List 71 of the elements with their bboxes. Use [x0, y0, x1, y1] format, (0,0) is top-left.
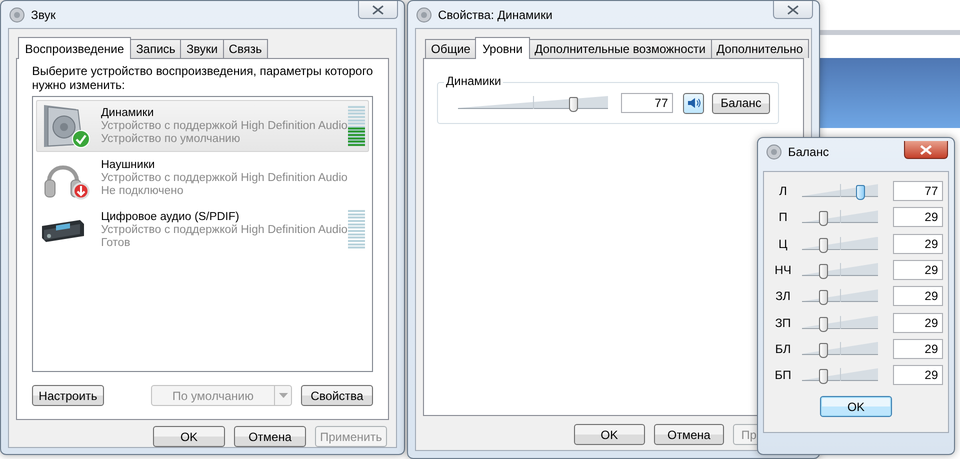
close-icon — [372, 4, 384, 14]
channel-label: ЗЛ — [774, 289, 792, 304]
group-label: Динамики — [444, 74, 504, 88]
channel-label: БП — [774, 368, 792, 382]
channel-label: Л — [778, 184, 788, 198]
slider-track[interactable] — [802, 260, 878, 280]
device-name: Наушники — [101, 158, 156, 172]
slider-thumb[interactable] — [819, 290, 828, 306]
tab[interactable]: Дополнительные возможности — [528, 39, 712, 58]
close-button[interactable] — [358, 1, 398, 19]
level-field[interactable]: 77 — [893, 181, 943, 202]
button[interactable]: Настроить — [32, 385, 104, 406]
button[interactable]: OK — [574, 424, 645, 445]
close-button[interactable] — [773, 1, 813, 19]
slider-thumb[interactable] — [856, 185, 865, 200]
device-status: Готов — [101, 236, 132, 250]
device-status: Устройство по умолчанию — [101, 132, 242, 146]
window-title: Свойства: Динамики — [438, 8, 554, 22]
caret-icon — [278, 393, 288, 398]
tab[interactable]: Общие — [425, 39, 476, 58]
tab[interactable]: Связь — [222, 39, 268, 58]
slider-thumb[interactable] — [819, 264, 828, 280]
slider-thumb[interactable] — [819, 316, 828, 332]
slider-thumb[interactable] — [819, 238, 828, 253]
slider-thumb[interactable] — [819, 211, 828, 226]
level-field[interactable]: 29 — [893, 365, 943, 386]
button[interactable]: Свойства — [301, 385, 373, 406]
close-icon — [787, 4, 799, 14]
tab[interactable]: Воспроизведение — [18, 37, 132, 59]
slider-thumb[interactable] — [568, 97, 578, 112]
slider-thumb[interactable] — [819, 342, 828, 358]
level-field[interactable]: 29 — [893, 338, 943, 359]
button[interactable]: Баланс — [712, 92, 770, 114]
slider-track[interactable] — [802, 181, 878, 202]
button[interactable]: OK — [153, 426, 225, 447]
device-status: Не подключено — [101, 184, 184, 198]
close-icon — [920, 144, 932, 154]
volume-field[interactable]: 77 — [621, 93, 673, 113]
device-item[interactable]: Динамики Устройство с поддержкой High Definition Audio Устройство по умолчанию — [36, 100, 369, 152]
window-title: Звук — [31, 8, 57, 22]
close-button[interactable] — [904, 141, 948, 159]
device-description: Устройство с поддержкой High Definition Audio — [101, 172, 349, 184]
window-title: Баланс — [788, 144, 830, 158]
slider-thumb[interactable] — [819, 369, 828, 384]
channel-label: НЧ — [774, 263, 792, 278]
device-item[interactable]: Наушники Устройство с поддержкой High Definition Audio Не подключено — [36, 152, 369, 204]
channel-label: П — [778, 210, 788, 224]
device-description: Устройство с поддержкой High Definition Audio — [101, 224, 348, 236]
slider-track[interactable] — [458, 93, 608, 113]
ok-button[interactable]: OK — [820, 396, 892, 418]
tab[interactable]: Уровни — [475, 37, 530, 59]
device-description: Устройство с поддержкой High Definition Audio — [101, 120, 348, 132]
level-field[interactable]: 29 — [893, 312, 943, 333]
button[interactable]: Отмена — [654, 424, 724, 445]
mute-button[interactable] — [683, 92, 704, 114]
tab[interactable]: Запись — [130, 39, 182, 58]
channel-label: Ц — [778, 236, 788, 251]
channel-label: ЗП — [774, 316, 792, 330]
tab[interactable]: Звуки — [180, 39, 224, 58]
instruction-text: Выберите устройство воспроизведения, параметры которого нужно изменить: — [32, 64, 374, 92]
level-field[interactable]: 29 — [893, 260, 943, 280]
device-name: Динамики — [101, 106, 155, 120]
level-field[interactable]: 29 — [893, 207, 943, 228]
device-name: Цифровое аудио (S/PDIF) — [101, 210, 240, 224]
channel-label: БЛ — [774, 342, 792, 356]
level-field[interactable]: 29 — [893, 234, 943, 254]
device-item[interactable]: Цифровое аудио (S/PDIF) Устройство с поддержкой High Definition Audio Готов — [36, 204, 369, 256]
tab[interactable]: Дополнительно — [710, 39, 809, 58]
button[interactable]: Отмена — [234, 426, 306, 447]
level-field[interactable]: 29 — [893, 286, 943, 306]
slider-track[interactable] — [802, 365, 878, 386]
